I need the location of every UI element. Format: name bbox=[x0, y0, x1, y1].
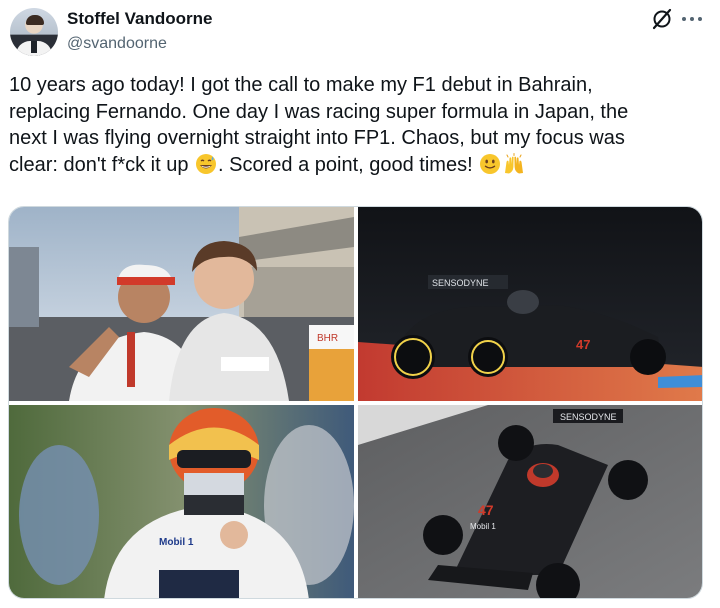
media-photo-1[interactable]: BHR bbox=[9, 207, 354, 401]
grok-slash-circle-icon[interactable] bbox=[650, 7, 674, 31]
photo1-sign-text: BHR bbox=[317, 333, 338, 344]
media-grid: BHR SENSODYNE 47 Mobil 1 SENSODYNE 47 Mo… bbox=[8, 206, 703, 599]
photo4-car-number: 47 bbox=[478, 502, 494, 518]
tweet-text-line-4b: . Scored a point, good times! bbox=[218, 153, 479, 176]
slight-smile-emoji bbox=[480, 153, 501, 174]
avatar[interactable] bbox=[10, 8, 58, 56]
author-display-name[interactable]: Stoffel Vandoorne bbox=[67, 9, 212, 29]
tweet-text: 10 years ago today! I got the call to ma… bbox=[9, 72, 699, 178]
photo-car-track: SENSODYNE 47 Mobil 1 bbox=[358, 405, 702, 598]
photo4-sponsor-text: SENSODYNE bbox=[560, 412, 617, 422]
media-photo-4[interactable]: SENSODYNE 47 Mobil 1 bbox=[358, 405, 702, 598]
photo-driver-helmet: Mobil 1 bbox=[9, 405, 354, 598]
tweet-card: Stoffel Vandoorne @svandoorne 10 years a… bbox=[0, 0, 720, 608]
photo-car-night: SENSODYNE 47 bbox=[358, 207, 702, 401]
photo-drivers-paddock: BHR bbox=[9, 207, 354, 401]
author-handle[interactable]: @svandoorne bbox=[67, 35, 167, 53]
tweet-text-line-3: next I was flying overnight straight int… bbox=[9, 127, 625, 149]
raised-hands-emoji bbox=[505, 152, 524, 173]
photo2-sponsor-text: SENSODYNE bbox=[432, 278, 489, 288]
photo2-car-number: 47 bbox=[576, 337, 590, 352]
tweet-text-line-1: 10 years ago today! I got the call to ma… bbox=[9, 74, 593, 96]
tweet-text-line-4a: clear: don't f*ck it up bbox=[9, 153, 195, 176]
grinning-sweat-emoji bbox=[196, 153, 217, 174]
photo4-car-sponsor: Mobil 1 bbox=[470, 522, 496, 531]
media-photo-3[interactable]: Mobil 1 bbox=[9, 405, 354, 598]
more-horizontal-icon[interactable] bbox=[681, 16, 703, 22]
photo3-suit-sponsor: Mobil 1 bbox=[159, 537, 194, 548]
media-photo-2[interactable]: SENSODYNE 47 bbox=[358, 207, 702, 401]
tweet-text-line-2: replacing Fernando. One day I was racing… bbox=[9, 100, 629, 123]
